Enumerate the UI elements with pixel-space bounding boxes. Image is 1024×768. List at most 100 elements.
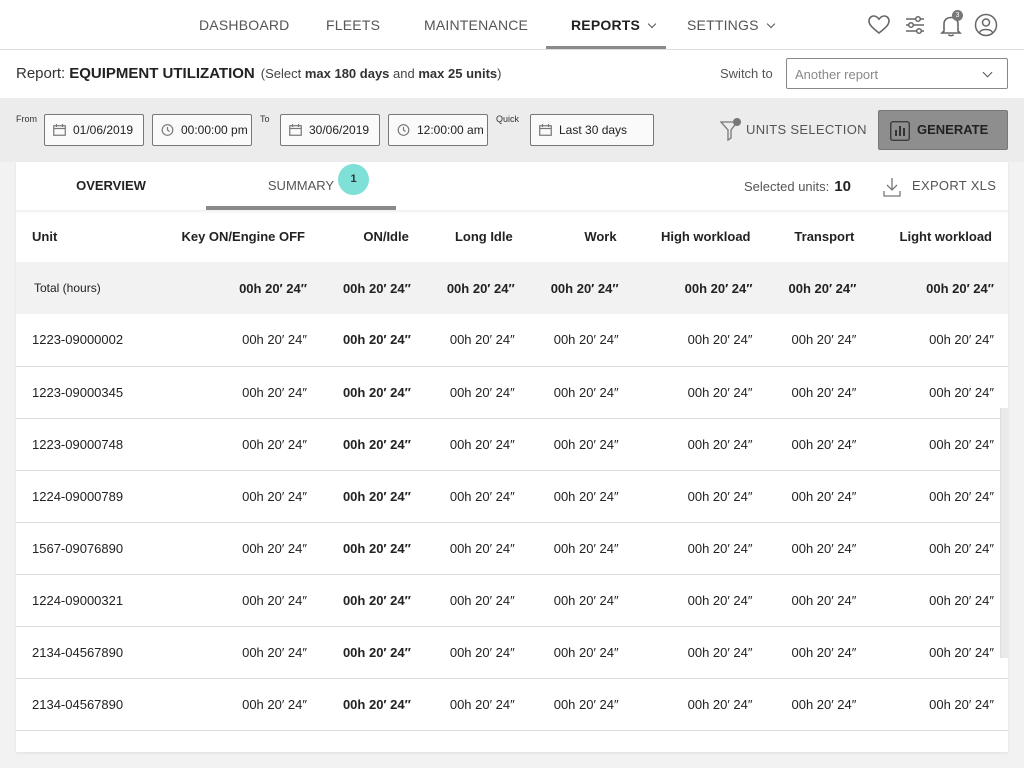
nav-reports[interactable]: REPORTS	[546, 0, 666, 49]
duration-cell: 00h 20′ 24″	[320, 574, 425, 627]
column-header: ON/Idle	[363, 228, 409, 244]
column-header: Work	[584, 228, 617, 244]
column-header: Key ON/Engine OFF	[181, 228, 305, 244]
tab-overview[interactable]: OVERVIEW	[16, 162, 206, 210]
units-selection-label: UNITS SELECTION	[746, 122, 867, 137]
duration-cell: 00h 20′ 24″	[528, 626, 633, 679]
duration-cell: 00h 20′ 24″	[528, 574, 633, 627]
duration-cell: 00h 20′ 24″	[320, 678, 425, 731]
chevron-down-icon	[766, 19, 775, 29]
duration-cell: 00h 20′ 24″	[632, 574, 767, 627]
duration-cell: 00h 20′ 24″	[144, 366, 321, 419]
duration-cell: 00h 20′ 24″	[766, 366, 871, 419]
nav-dashboard[interactable]: DASHBOARD	[199, 0, 289, 50]
duration-cell: 00h 20′ 24″	[320, 626, 425, 679]
vertical-scrollbar[interactable]	[1000, 408, 1008, 658]
table-row: 1224-09000789 00h 20′ 24″ 00h 20′ 24″ 00h 2…	[16, 470, 1008, 523]
table-row: 1223-09000748 00h 20′ 24″ 00h 20′ 24″ 00h 2…	[16, 418, 1008, 471]
table-row: 1223-09000002 00h 20′ 24″ 00h 20′ 24″ 00h 2…	[16, 314, 1008, 367]
summary-count-badge: 1	[338, 164, 369, 195]
duration-cell: 00h 20′ 24″	[320, 314, 425, 367]
heart-icon[interactable]	[866, 12, 892, 38]
duration-cell: 00h 20′ 24″	[424, 366, 529, 419]
switch-report-placeholder: Another report	[795, 67, 879, 82]
duration-cell: 00h 20′ 24″	[424, 678, 529, 731]
nav-settings[interactable]: SETTINGS	[687, 0, 775, 50]
download-icon	[883, 178, 901, 197]
export-xls-button[interactable]: EXPORT XLS	[882, 176, 996, 198]
from-date-value: 01/06/2019	[73, 123, 134, 137]
report-label: Report:	[16, 65, 66, 82]
report-title: Report: EQUIPMENT UTILIZATION (Select max …	[16, 65, 501, 82]
duration-cell: 00h 20′ 24″	[632, 366, 767, 419]
switch-report-select[interactable]: Another report	[786, 58, 1008, 89]
duration-cell: 00h 20′ 24″	[632, 418, 767, 471]
duration-cell: 00h 20′ 24″	[424, 262, 529, 314]
table-row: 1567-09076890 00h 20′ 24″ 00h 20′ 24″ 00h 2…	[16, 522, 1008, 575]
duration-cell: 00h 20′ 24″	[766, 314, 871, 367]
bell-icon[interactable]: 3	[938, 10, 964, 38]
top-navigation: DASHBOARD FLEETS MAINTENANCE REPORTS SET…	[0, 0, 1024, 50]
nav-maintenance[interactable]: MAINTENANCE	[424, 0, 528, 50]
unit-id-cell: 1224-09000789	[16, 470, 144, 523]
quick-range-select[interactable]: Last 30 days	[530, 114, 654, 146]
duration-cell: 00h 20′ 24″	[766, 574, 871, 627]
duration-cell: 00h 20′ 24″	[766, 470, 871, 523]
nav-fleets-label: FLEETS	[326, 17, 381, 33]
unit-id-cell: 1224-09000321	[16, 574, 144, 627]
duration-cell: 00h 20′ 24″	[528, 470, 633, 523]
duration-cell: 00h 20′ 24″	[320, 262, 425, 314]
column-header: Transport	[794, 228, 855, 244]
from-date-field[interactable]: 01/06/2019	[44, 114, 144, 146]
unit-id-cell: 1223-09000002	[16, 314, 144, 367]
calendar-icon	[53, 124, 66, 136]
duration-cell: 00h 20′ 24″	[766, 262, 871, 314]
report-header: Report: EQUIPMENT UTILIZATION (Select max …	[0, 50, 1024, 98]
to-time-field[interactable]: 12:00:00 am	[388, 114, 488, 146]
column-header: High workload	[660, 228, 751, 244]
generate-label: GENERATE	[917, 122, 989, 137]
nav-settings-label: SETTINGS	[687, 17, 759, 33]
table-header-row: Unit Key ON/Engine OFF ON/Idle Long Idle Wor…	[16, 210, 1008, 262]
sliders-icon[interactable]	[902, 12, 928, 38]
from-time-field[interactable]: 00:00:00 pm	[152, 114, 252, 146]
chevron-down-icon	[982, 67, 993, 78]
export-xls-label: EXPORT XLS	[912, 178, 997, 193]
nav-maintenance-label: MAINTENANCE	[424, 17, 529, 33]
table-row: 2134-04567890 00h 20′ 24″ 00h 20′ 24″ 00h 2…	[16, 678, 1008, 731]
duration-cell: 00h 20′ 24″	[320, 366, 425, 419]
unit-id-cell: 2134-04567890	[16, 678, 144, 731]
filter-bar: From 01/06/2019 00:00:00 pm To 30/06/201…	[0, 98, 1024, 162]
duration-cell: 00h 20′ 24″	[144, 574, 321, 627]
duration-cell: 00h 20′ 24″	[870, 574, 1008, 627]
table-row: 1224-09000321 00h 20′ 24″ 00h 20′ 24″ 00h 2…	[16, 574, 1008, 627]
bar-chart-icon	[890, 121, 910, 141]
clock-icon	[161, 124, 174, 136]
duration-cell: 00h 20′ 24″	[528, 262, 633, 314]
duration-cell: 00h 20′ 24″	[528, 314, 633, 367]
units-selection-button[interactable]: UNITS SELECTION	[720, 118, 867, 142]
total-row: Total (hours) 00h 20′ 24″ 00h 20′ 24″ 00h 2…	[16, 262, 1008, 314]
duration-cell: 00h 20′ 24″	[766, 678, 871, 731]
chevron-down-icon	[647, 19, 657, 29]
notification-badge: 3	[952, 10, 963, 21]
nav-dashboard-label: DASHBOARD	[199, 17, 290, 33]
duration-cell: 00h 20′ 24″	[528, 522, 633, 575]
user-icon[interactable]	[973, 12, 999, 38]
report-name: EQUIPMENT UTILIZATION	[69, 65, 255, 82]
duration-cell: 00h 20′ 24″	[144, 470, 321, 523]
duration-cell: 00h 20′ 24″	[766, 626, 871, 679]
to-time-value: 12:00:00 am	[417, 123, 484, 137]
nav-fleets[interactable]: FLEETS	[326, 0, 380, 50]
nav-reports-label: REPORTS	[571, 17, 641, 33]
generate-button[interactable]: GENERATE	[878, 110, 1008, 150]
duration-cell: 00h 20′ 24″	[528, 366, 633, 419]
duration-cell: 00h 20′ 24″	[424, 470, 529, 523]
to-date-field[interactable]: 30/06/2019	[280, 114, 380, 146]
duration-cell: 00h 20′ 24″	[528, 678, 633, 731]
unit-id-cell: 2134-04567890	[16, 626, 144, 679]
duration-cell: 00h 20′ 24″	[424, 314, 529, 367]
column-header: Long Idle	[454, 228, 513, 244]
duration-cell: 00h 20′ 24″	[424, 574, 529, 627]
unit-id-cell: 1223-09000345	[16, 366, 144, 419]
